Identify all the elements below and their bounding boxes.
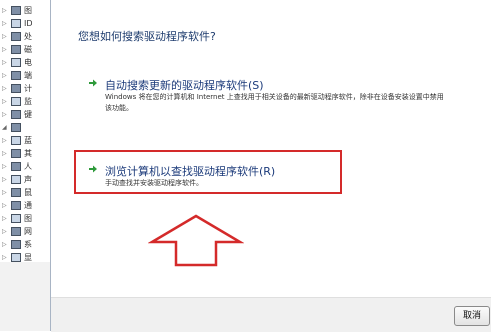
battery-icon [11,58,21,67]
tree-item-label: 图 [24,6,32,15]
system-icon [11,240,21,249]
green-arrow-icon [89,79,97,87]
expander-icon[interactable]: ▷ [2,212,8,225]
tree-item[interactable]: ▷ 计 [0,82,50,95]
tree-item-label: 监 [24,97,32,106]
tree-item[interactable]: ▷ 监 [0,95,50,108]
expander-icon[interactable]: ▷ [2,225,8,238]
cancel-button[interactable]: 取消 [454,306,490,326]
sound-icon [11,175,21,184]
dialog-heading: 您想如何搜索驱动程序软件? [78,30,216,43]
tree-item-label: 端 [24,71,32,80]
mouse-icon [11,188,21,197]
expander-icon[interactable]: ▷ [2,95,8,108]
tree-item[interactable]: ▷ 磁 [0,43,50,56]
expander-icon[interactable]: ▷ [2,17,8,30]
red-up-arrow-icon [148,214,244,267]
expander-icon[interactable]: ▷ [2,134,8,147]
auto-search-title[interactable]: 自动搜索更新的驱动程序软件(S) [105,77,264,93]
tree-item[interactable]: ▷ 图 [0,212,50,225]
tree-item[interactable]: ▷ 声 [0,173,50,186]
expander-icon[interactable]: ▷ [2,4,8,17]
controller-icon [11,19,21,28]
expander-icon[interactable]: ▷ [2,199,8,212]
tree-item-label: ID [24,19,33,28]
bluetooth-icon [11,136,21,145]
red-highlight-box [74,150,342,194]
update-driver-dialog: 您想如何搜索驱动程序软件? 自动搜索更新的驱动程序软件(S) Windows 将… [50,0,491,332]
expander-icon[interactable]: ▷ [2,108,8,121]
expander-icon[interactable]: ◢ [2,121,8,134]
keyboard-icon [11,110,21,119]
expander-icon[interactable]: ▷ [2,147,8,160]
tree-item[interactable]: ▷ 网 [0,225,50,238]
expander-icon[interactable]: ▷ [2,30,8,43]
tree-item[interactable]: ▷ 蓝 [0,134,50,147]
port-icon [11,71,21,80]
tree-item-label: 人 [24,162,32,171]
tree-item[interactable]: ▷ 通 [0,199,50,212]
tree-item[interactable]: ▷ 处 [0,30,50,43]
computer-icon [11,84,21,93]
expander-icon[interactable]: ▷ [2,69,8,82]
tree-blank-area [0,262,50,331]
expander-icon[interactable]: ▷ [2,238,8,251]
tree-item-label: 蓝 [24,136,32,145]
disk-icon [11,45,21,54]
tree-item[interactable]: ◢ [0,121,50,134]
network-icon [11,227,21,236]
tree-item-label: 通 [24,201,32,210]
hid-icon [11,162,21,171]
display-icon [11,253,21,262]
tree-item[interactable]: ▷ 人 [0,160,50,173]
usb-icon [11,201,21,210]
tree-item[interactable]: ▷ 端 [0,69,50,82]
tree-item-label: 键 [24,110,32,119]
tree-item[interactable]: ▷ ID [0,17,50,30]
tree-item-label: 鼠 [24,188,32,197]
expander-icon[interactable]: ▷ [2,56,8,69]
imaging-icon [11,214,21,223]
tree-item[interactable]: ▷ 鼠 [0,186,50,199]
dialog-footer: 取消 [51,297,491,332]
tree-item-label: 磁 [24,45,32,54]
expander-icon[interactable]: ▷ [2,43,8,56]
device-icon [11,149,21,158]
expander-icon[interactable]: ▷ [2,82,8,95]
tree-item-label: 其 [24,149,32,158]
tree-item-label: 网 [24,227,32,236]
tree-item-label: 处 [24,32,32,41]
drive-icon [11,6,21,15]
tree-item[interactable]: ▷ 图 [0,4,50,17]
tree-item-label: 计 [24,84,32,93]
tree-item-label: 声 [24,175,32,184]
tree-item-label: 图 [24,214,32,223]
tree-item[interactable]: ▷ 电 [0,56,50,69]
tree-item[interactable]: ▷ 其 [0,147,50,160]
tree-item-label: 电 [24,58,32,67]
tree-item-label: 系 [24,240,32,249]
expander-icon[interactable]: ▷ [2,160,8,173]
tree-item[interactable]: ▷ 键 [0,108,50,121]
processor-icon [11,32,21,41]
expander-icon[interactable]: ▷ [2,173,8,186]
auto-search-description: Windows 将在您的计算机和 Internet 上查找用于相关设备的最新驱动… [105,93,444,112]
monitor-icon [11,97,21,106]
device-icon [11,123,21,132]
tree-item[interactable]: ▷ 系 [0,238,50,251]
expander-icon[interactable]: ▷ [2,186,8,199]
